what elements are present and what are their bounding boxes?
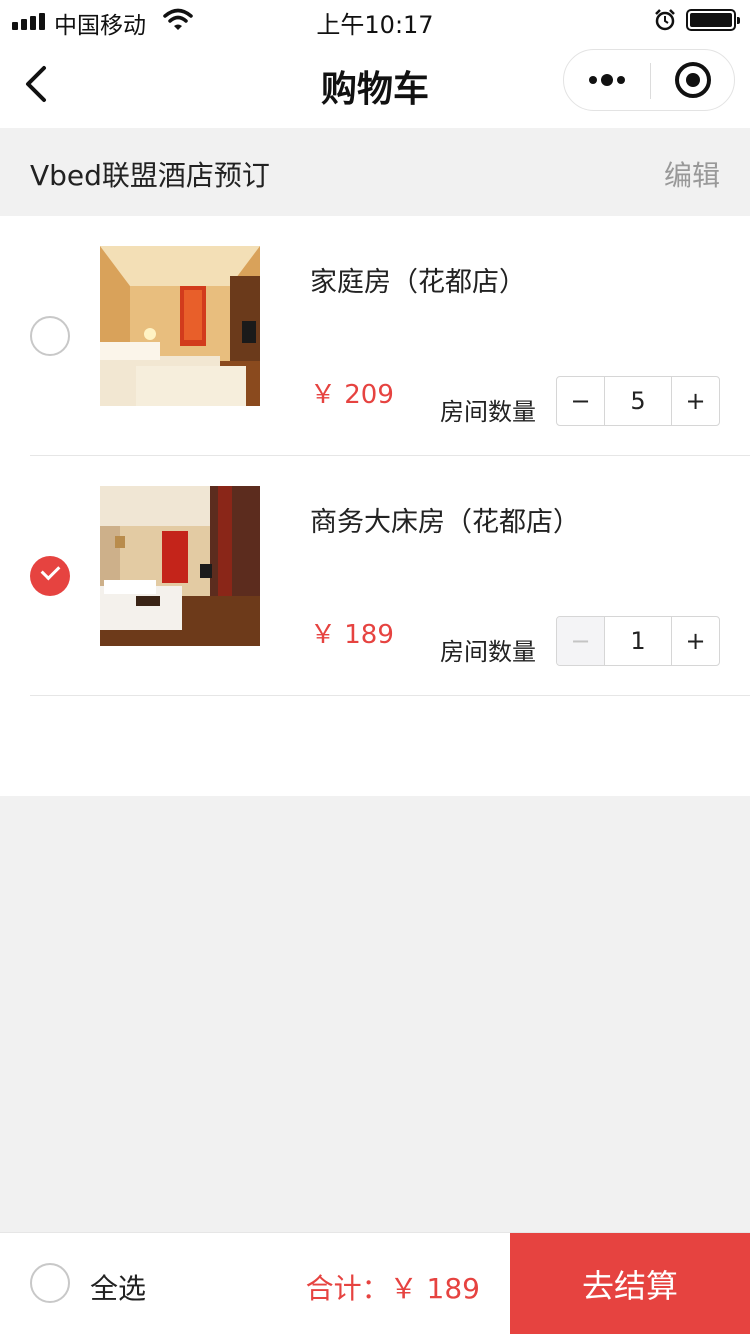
increase-button[interactable]: +	[671, 377, 719, 425]
quantity-stepper: − 1 +	[556, 616, 720, 666]
more-menu-button[interactable]	[564, 50, 650, 110]
room-price: ￥ 189	[310, 620, 394, 650]
checkout-button[interactable]: 去结算	[510, 1233, 750, 1334]
close-mini-program-icon[interactable]	[675, 62, 711, 98]
status-bar: 中国移动 上午10:17	[0, 0, 750, 40]
room-name[interactable]: 家庭房（花都店）	[310, 260, 526, 299]
mini-program-capsule	[563, 49, 735, 111]
quantity-input[interactable]: 1	[605, 617, 671, 665]
total-price: 合计：￥ 189	[305, 1272, 480, 1305]
battery-icon	[686, 9, 740, 31]
shop-name: Vbed联盟酒店预订	[30, 159, 270, 192]
divider	[30, 695, 750, 696]
quantity-label: 房间数量	[440, 398, 536, 426]
cart-item: 商务大床房（花都店） ￥ 189 房间数量 − 1 +	[0, 456, 750, 696]
item-checkbox[interactable]	[30, 316, 70, 356]
shop-header: Vbed联盟酒店预订 编辑	[0, 128, 750, 216]
checkout-bar: 全选 合计：￥ 189 去结算	[0, 1232, 750, 1334]
more-dots-icon	[589, 76, 597, 84]
select-all-checkbox[interactable]	[30, 1263, 70, 1303]
edit-button[interactable]: 编辑	[664, 154, 720, 194]
room-name[interactable]: 商务大床房（花都店）	[310, 500, 580, 539]
quantity-label: 房间数量	[440, 638, 536, 666]
room-price: ￥ 209	[310, 380, 394, 410]
status-time: 上午10:17	[316, 11, 434, 39]
room-photo[interactable]	[100, 486, 260, 646]
cart-list: 家庭房（花都店） ￥ 209 房间数量 − 5 + 商务大床房（花都店） ￥ 1…	[0, 216, 750, 796]
item-checkbox-checked[interactable]	[30, 556, 70, 596]
quantity-stepper: − 5 +	[556, 376, 720, 426]
decrease-button[interactable]: −	[557, 377, 605, 425]
select-all-label[interactable]: 全选	[90, 1267, 146, 1307]
increase-button[interactable]: +	[671, 617, 719, 665]
navigation-bar: 购物车	[0, 40, 750, 128]
alarm-icon	[654, 9, 676, 35]
quantity-input[interactable]: 5	[605, 377, 671, 425]
room-photo[interactable]	[100, 246, 260, 406]
cart-item: 家庭房（花都店） ￥ 209 房间数量 − 5 +	[0, 216, 750, 456]
decrease-button-disabled[interactable]: −	[557, 617, 605, 665]
